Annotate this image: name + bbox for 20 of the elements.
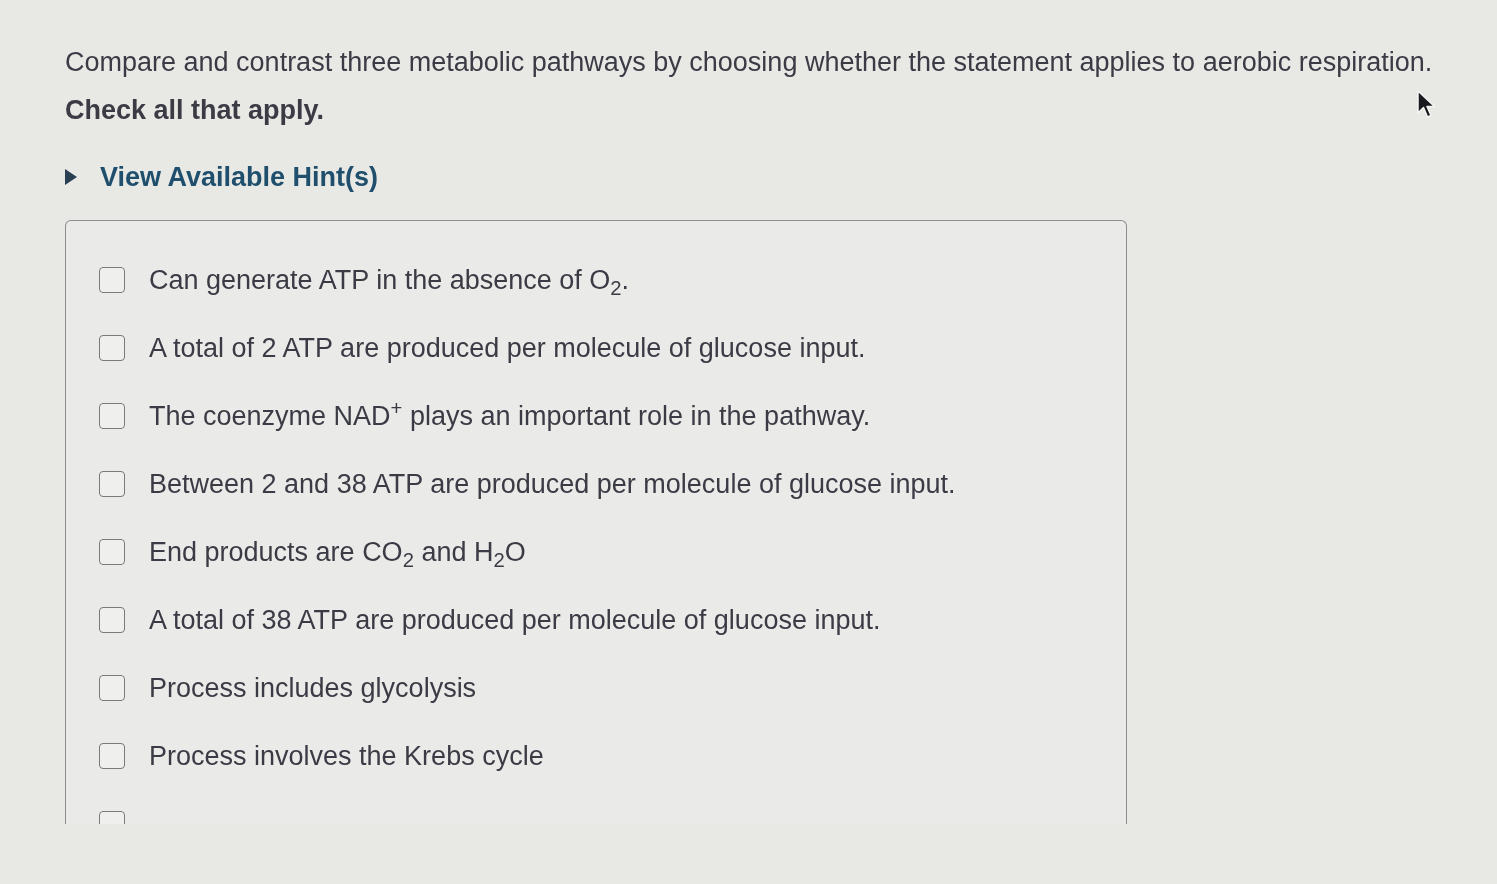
checkbox[interactable] <box>99 607 125 633</box>
question-text: Compare and contrast three metabolic pathways by choosing whether the statement applies to aerobic respiration. <box>65 47 1433 77</box>
instruction-text: Check all that apply. <box>65 95 325 125</box>
mouse-pointer-icon <box>1417 90 1437 120</box>
option-label: A total of 38 ATP are produced per molecule of glucose input. <box>149 605 881 635</box>
option-label: The coenzyme NAD$^{+}$ plays an important role in the pathway. <box>149 401 871 431</box>
hint-toggle[interactable]: View Available Hint(s) <box>65 162 379 192</box>
checkbox[interactable] <box>99 675 125 701</box>
option-label: A total of 2 ATP are produced per molecule of glucose input. <box>149 333 866 363</box>
option-label: End products are CO$_{2}$ and H$_{2}$O <box>149 537 526 567</box>
option-label: Process includes glycolysis <box>149 673 477 703</box>
checkbox[interactable] <box>99 743 125 769</box>
option-label: Between 2 and 38 ATP are produced per molecule of glucose input. <box>149 469 956 499</box>
checkbox[interactable] <box>99 267 125 293</box>
checkbox[interactable] <box>99 403 125 429</box>
checkbox[interactable] <box>99 539 125 565</box>
option-label: Process involves the Krebs cycle <box>149 741 544 771</box>
option-label: Can generate ATP in the absence of O$_{2}$. <box>149 265 630 295</box>
checkbox[interactable] <box>99 335 125 361</box>
checkbox[interactable] <box>99 471 125 497</box>
